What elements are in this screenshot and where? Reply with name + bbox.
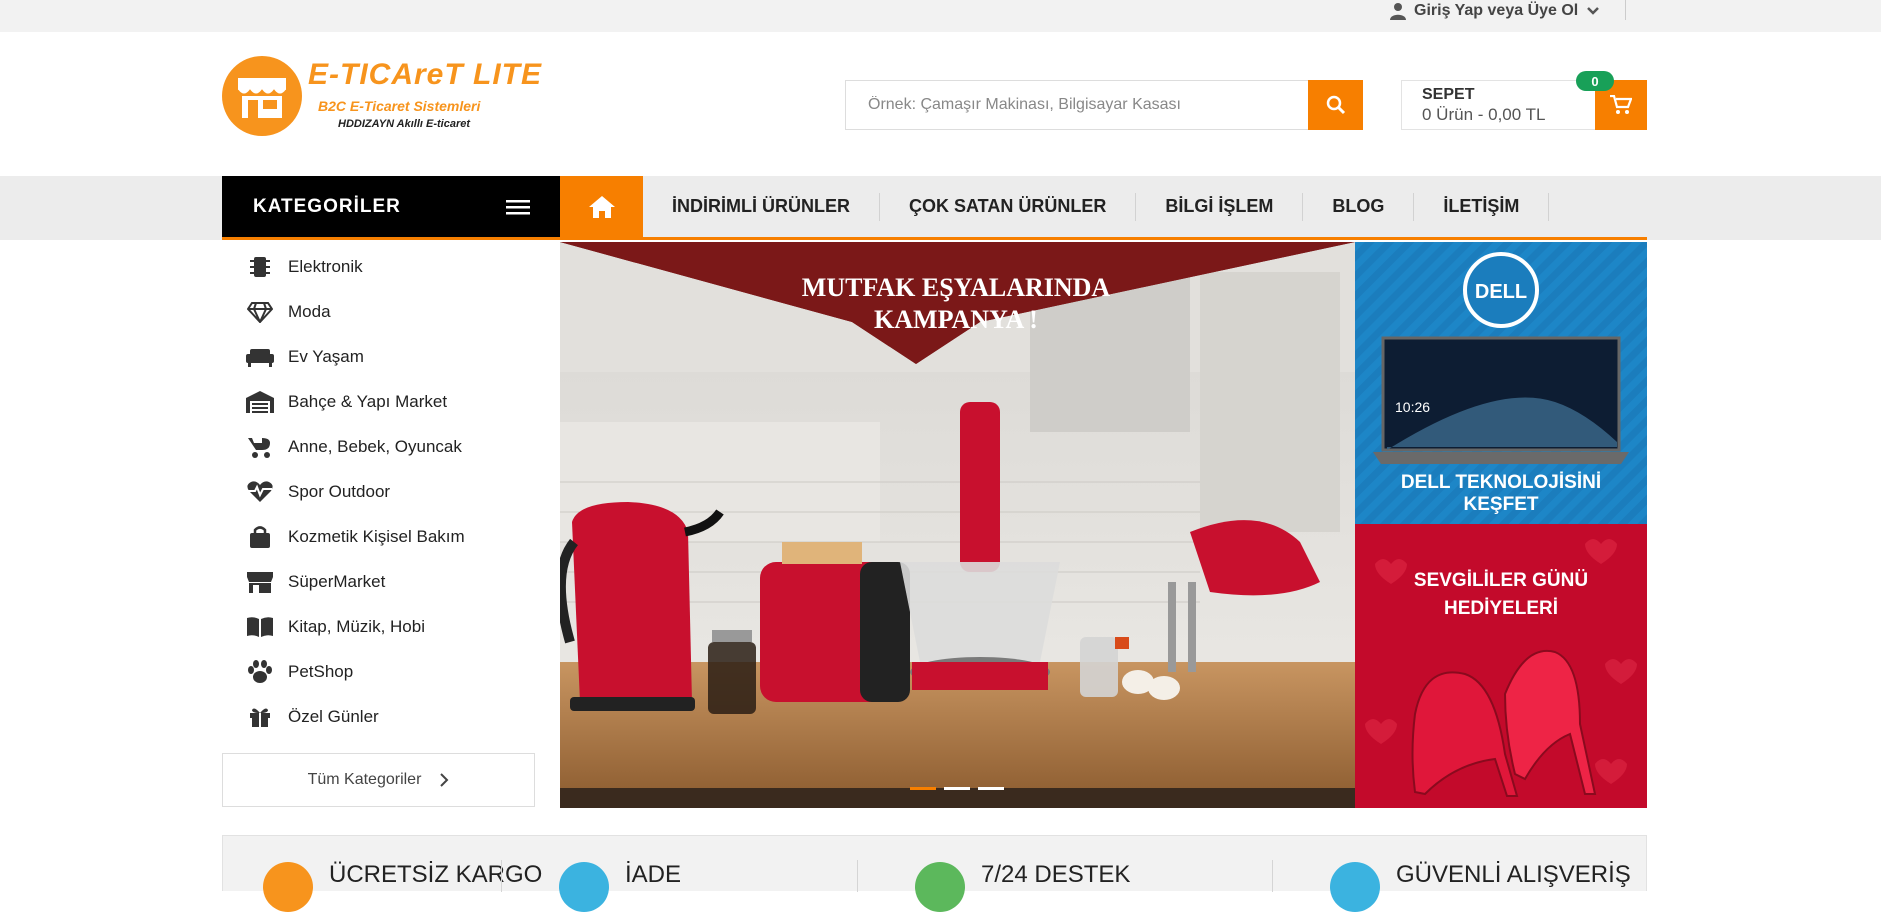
category-label: Spor Outdoor bbox=[288, 482, 391, 501]
category-item-supermarket[interactable]: SüperMarket bbox=[246, 568, 385, 596]
top-bar: Giriş Yap veya Üye Ol bbox=[0, 0, 1881, 32]
menu-icon bbox=[506, 200, 530, 215]
dell-promo-line1: DELL TEKNOLOJİSİNİ bbox=[1401, 472, 1601, 493]
heartbeat-icon bbox=[246, 478, 274, 506]
book-icon bbox=[246, 613, 274, 641]
dell-promo-line2: KEŞFET bbox=[1464, 494, 1539, 515]
nav-menu: İNDİRİMLİ ÜRÜNLER ÇOK SATAN ÜRÜNLER BİLG… bbox=[643, 176, 1550, 237]
feature-divider bbox=[857, 860, 858, 892]
chevron-right-icon bbox=[440, 773, 449, 787]
paw-icon bbox=[246, 658, 274, 686]
all-categories-button[interactable]: Tüm Kategoriler bbox=[222, 753, 535, 807]
features-strip: ÜCRETSİZ KARGO İADE 7/24 DESTEK GÜVENLİ … bbox=[222, 835, 1647, 912]
category-item-ozel-gunler[interactable]: Özel Günler bbox=[246, 703, 379, 731]
category-label: Kitap, Müzik, Hobi bbox=[288, 617, 425, 636]
login-register-link[interactable]: Giriş Yap veya Üye Ol bbox=[1390, 0, 1600, 22]
bag-icon bbox=[246, 523, 274, 551]
slider-dot-1[interactable] bbox=[910, 787, 936, 790]
gift-icon bbox=[246, 703, 274, 731]
diamond-icon bbox=[246, 298, 274, 326]
promo-banner-valentines[interactable]: SEVGİLİLER GÜNÜ HEDİYELERİ bbox=[1355, 524, 1647, 808]
category-item-spor[interactable]: Spor Outdoor bbox=[246, 478, 390, 506]
promo-banner-dell[interactable]: DELL 10:26 DELL TEKNOLOJİSİNİ KEŞFET bbox=[1355, 242, 1647, 524]
home-button[interactable] bbox=[560, 176, 643, 237]
nav-accent-line bbox=[560, 237, 1647, 240]
search-input[interactable] bbox=[846, 81, 1308, 129]
category-label: Özel Günler bbox=[288, 707, 379, 726]
category-label: Elektronik bbox=[288, 257, 363, 276]
search-button[interactable] bbox=[1308, 80, 1363, 130]
return-icon bbox=[559, 862, 609, 912]
category-label: SüperMarket bbox=[288, 572, 386, 591]
all-categories-label: Tüm Kategoriler bbox=[307, 771, 422, 788]
feature-divider bbox=[501, 860, 502, 892]
nav-item-contact[interactable]: İLETİŞİM bbox=[1414, 192, 1550, 221]
chip-icon bbox=[246, 253, 274, 281]
category-label: PetShop bbox=[288, 662, 354, 681]
shield-icon bbox=[1330, 862, 1380, 912]
nav-item-discounted[interactable]: İNDİRİMLİ ÜRÜNLER bbox=[643, 192, 880, 221]
logo-brand: E-TICAreT LITE bbox=[308, 58, 543, 91]
dell-brand: DELL bbox=[1475, 281, 1527, 303]
category-label: Kozmetik Kişisel Bakım bbox=[288, 527, 465, 546]
truck-icon bbox=[263, 862, 313, 912]
slider-image: MUTFAK EŞYALARINDA KAMPANYA ! bbox=[560, 242, 1355, 808]
category-item-moda[interactable]: Moda bbox=[246, 298, 331, 326]
category-item-anne-bebek[interactable]: Anne, Bebek, Oyuncak bbox=[246, 433, 462, 461]
feature-label: İADE bbox=[625, 861, 682, 888]
category-item-bahce-yapi[interactable]: Bahçe & Yapı Market bbox=[246, 388, 447, 416]
slider-dot-2[interactable] bbox=[944, 787, 970, 790]
logo-subtitle: B2C E-Ticaret Sistemleri bbox=[318, 98, 481, 114]
feature-label: ÜCRETSİZ KARGO bbox=[329, 861, 543, 888]
feature-label: GÜVENLİ ALIŞVERİŞ bbox=[1396, 861, 1631, 888]
promo-valentines-image: SEVGİLİLER GÜNÜ HEDİYELERİ bbox=[1355, 524, 1647, 808]
chevron-down-icon bbox=[1587, 7, 1600, 15]
slider-headline-2: KAMPANYA ! bbox=[874, 305, 1038, 334]
category-item-elektronik[interactable]: Elektronik bbox=[246, 253, 363, 281]
cart-count-badge: 0 bbox=[1576, 71, 1614, 91]
categories-label: KATEGORİLER bbox=[253, 196, 401, 217]
topbar-divider bbox=[1625, 0, 1626, 20]
cart-summary: 0 Ürün - 0,00 TL bbox=[1422, 105, 1546, 124]
sofa-icon bbox=[246, 343, 274, 371]
valentine-promo-line2: HEDİYELERİ bbox=[1444, 598, 1558, 619]
feature-divider bbox=[1272, 860, 1273, 892]
category-label: Bahçe & Yapı Market bbox=[288, 392, 448, 411]
feature-label: 7/24 DESTEK bbox=[981, 861, 1131, 888]
search-bar bbox=[845, 80, 1363, 130]
site-logo[interactable]: E-TICAreT LITE B2C E-Ticaret Sistemleri … bbox=[220, 52, 545, 142]
nav-item-blog[interactable]: BLOG bbox=[1303, 192, 1415, 221]
store-icon bbox=[246, 568, 274, 596]
main-slider[interactable]: MUTFAK EŞYALARINDA KAMPANYA ! bbox=[560, 242, 1355, 808]
category-label: Ev Yaşam bbox=[288, 347, 364, 366]
slider-headline-1: MUTFAK EŞYALARINDA bbox=[802, 273, 1111, 302]
category-label: Moda bbox=[288, 302, 331, 321]
slider-dot-3[interactable] bbox=[978, 787, 1004, 790]
category-item-petshop[interactable]: PetShop bbox=[246, 658, 353, 686]
cart-title: SEPET bbox=[1422, 86, 1475, 103]
search-icon bbox=[1326, 95, 1345, 115]
cart-widget[interactable]: SEPET 0 Ürün - 0,00 TL 0 bbox=[1401, 71, 1647, 130]
stroller-icon bbox=[246, 433, 274, 461]
nav-item-it[interactable]: BİLGİ İŞLEM bbox=[1136, 192, 1304, 221]
category-list: Elektronik Moda Ev Yaşam Bahçe & Yapı Ma… bbox=[222, 240, 560, 740]
logo-tagline: HDDIZAYN Akıllı E-ticaret bbox=[338, 118, 471, 130]
nav-item-best-sellers[interactable]: ÇOK SATAN ÜRÜNLER bbox=[880, 192, 1137, 221]
laptop-clock: 10:26 bbox=[1395, 399, 1430, 415]
valentine-promo-line1: SEVGİLİLER GÜNÜ bbox=[1414, 570, 1588, 591]
category-label: Anne, Bebek, Oyuncak bbox=[288, 437, 462, 456]
category-item-kozmetik[interactable]: Kozmetik Kişisel Bakım bbox=[246, 523, 465, 551]
categories-toggle[interactable]: KATEGORİLER bbox=[222, 176, 560, 240]
support-icon bbox=[915, 862, 965, 912]
warehouse-icon bbox=[246, 388, 274, 416]
home-icon bbox=[588, 195, 615, 218]
category-item-ev-yasam[interactable]: Ev Yaşam bbox=[246, 343, 364, 371]
user-icon bbox=[1390, 3, 1406, 20]
promo-dell-image: DELL 10:26 DELL TEKNOLOJİSİNİ KEŞFET bbox=[1355, 242, 1647, 524]
login-label: Giriş Yap veya Üye Ol bbox=[1414, 2, 1579, 19]
category-item-kitap[interactable]: Kitap, Müzik, Hobi bbox=[246, 613, 425, 641]
store-icon bbox=[237, 78, 287, 118]
cart-icon bbox=[1610, 95, 1632, 114]
